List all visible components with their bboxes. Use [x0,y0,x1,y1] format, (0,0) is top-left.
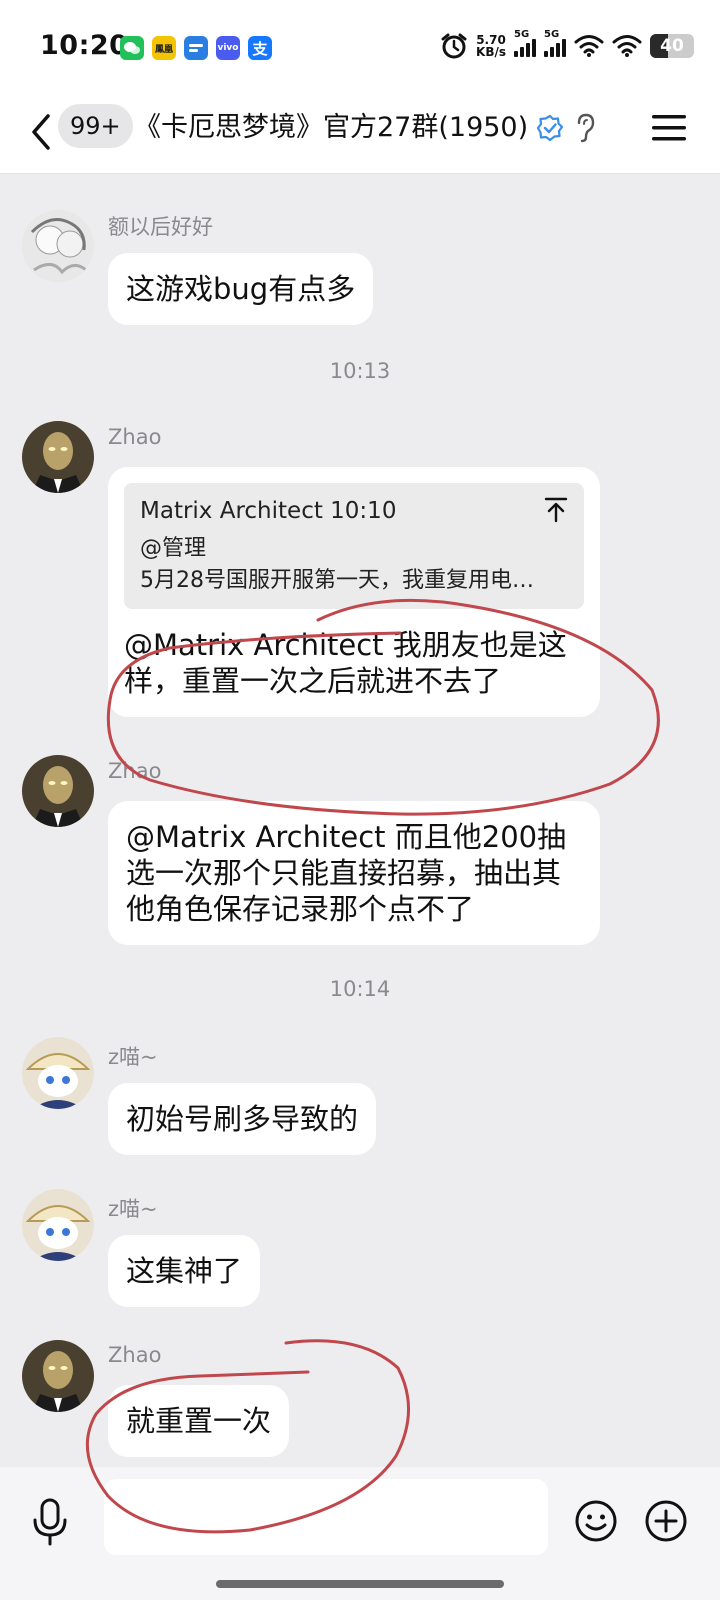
avatar[interactable] [22,421,94,493]
message-bubble[interactable]: 这集神了 [108,1235,261,1307]
quote-line: 5月28号国服开服第一天，我重复用电… [140,568,534,593]
status-bar: 10:20 鳳凰 vivo 支 5.70 KB/s 5G 5G 40 [0,0,720,96]
avatar[interactable] [22,1037,94,1109]
signal-icon-2: 5G [544,29,566,57]
alipay-icon: 支 [248,36,272,60]
sender-name: z喵~ [108,1197,158,1221]
quoted-message[interactable]: Matrix Architect 10:10 @管理 5月28号国服开服第一天，… [124,483,584,609]
microphone-icon[interactable] [30,1497,70,1547]
sender-name: z喵~ [108,1045,158,1069]
message-input[interactable] [104,1479,548,1555]
signal-icon: 5G [514,29,536,57]
home-indicator[interactable] [216,1580,504,1588]
reply-message-bubble[interactable]: Matrix Architect 10:10 @管理 5月28号国服开服第一天，… [108,467,600,717]
wechat-icon [120,36,144,60]
vivo-icon: vivo [216,36,240,60]
chat-messages[interactable]: 额以后好好 这游戏bug有点多 10:13 Zhao Matrix Archit… [0,175,720,1467]
quote-line: @管理 [140,536,207,561]
ear-icon[interactable] [574,112,596,144]
timestamp: 10:13 [329,359,391,383]
sender-name: Zhao [108,1343,162,1367]
unread-badge[interactable]: 99+ [58,104,133,148]
chat-header: 99+ 《卡厄思梦境》官方27群(1950) [0,96,720,174]
network-speed: 5.70 KB/s [476,33,506,59]
avatar[interactable] [22,755,94,827]
group-title[interactable]: 《卡厄思梦境》官方27群(1950) [134,108,528,148]
sender-name: 额以后好好 [108,215,213,239]
app-icon: 鳳凰 [152,36,176,60]
message-text: @Matrix Architect 我朋友也是这样，重置一次之后就进不去了 [124,628,567,698]
message-bubble[interactable]: 初始号刷多导致的 [108,1083,377,1155]
verified-icon [536,114,564,142]
menu-icon[interactable] [652,114,686,142]
avatar[interactable] [22,1189,94,1261]
input-bar [0,1467,720,1600]
wifi-icon [574,35,604,57]
avatar[interactable] [22,1340,94,1412]
notification-icons: 鳳凰 vivo 支 [120,36,272,60]
status-indicators: 5.70 KB/s 5G 5G 40 [440,29,694,60]
message-bubble[interactable]: 这游戏bug有点多 [108,253,374,325]
jump-to-quote-icon[interactable] [544,497,568,523]
sender-name: Zhao [108,425,162,449]
timestamp: 10:14 [329,977,391,1001]
quote-author-time: Matrix Architect 10:10 [140,498,397,524]
sender-name: Zhao [108,759,162,783]
message-bubble[interactable]: @Matrix Architect 而且他200抽选一次那个只能直接招募，抽出其… [108,801,600,945]
chat-app-icon [184,36,208,60]
wifi-icon-2 [612,35,642,57]
alarm-icon [441,33,467,59]
emoji-icon[interactable] [574,1499,618,1543]
add-icon[interactable] [644,1499,688,1543]
status-time: 10:20 [40,30,129,61]
battery-indicator: 40 [650,34,694,58]
message-bubble[interactable]: 就重置一次 [108,1385,290,1457]
avatar[interactable] [22,210,94,282]
back-icon[interactable] [26,110,56,154]
